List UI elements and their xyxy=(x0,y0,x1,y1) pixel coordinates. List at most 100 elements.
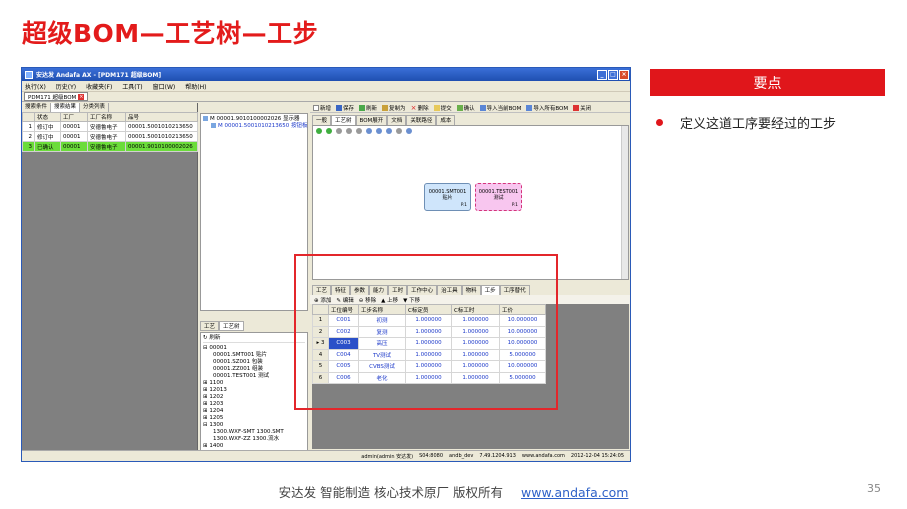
print-icon[interactable] xyxy=(396,127,402,134)
tree-node[interactable]: ⊞ 1202 xyxy=(203,394,305,401)
table-row-selected[interactable]: 3 已确认 00001 安德鲁电子 00001.9010100002026 xyxy=(22,141,198,152)
tab-op-work-center[interactable]: 工作中心 xyxy=(407,285,438,295)
delete-button[interactable]: ×删除 xyxy=(411,104,429,112)
zoom-in-icon[interactable] xyxy=(366,127,372,134)
tab-op-features[interactable]: 特征 xyxy=(331,285,351,295)
tab-process-tree[interactable]: 工艺树 xyxy=(331,115,356,125)
tab-op-steps[interactable]: 工步 xyxy=(480,285,500,295)
save-button[interactable]: 保存 xyxy=(336,104,354,112)
tab-process-tree[interactable]: 工艺树 xyxy=(219,321,244,331)
col-std-staff[interactable]: C标定员 xyxy=(405,304,452,315)
col-factory[interactable]: 工厂 xyxy=(60,112,88,122)
table-row[interactable]: 2 C002 复测 1.000000 1.000000 10.000000 xyxy=(312,325,546,338)
tree-node[interactable]: ⊞ 1205 xyxy=(203,415,305,422)
menu-tools[interactable]: 工具(T) xyxy=(122,82,142,91)
tree-node[interactable]: 1300.WXF-SMT 1300.SMT xyxy=(203,429,305,436)
close-tab-icon[interactable]: × xyxy=(78,93,85,100)
import-all-bom-button[interactable]: 导入所有BOM xyxy=(526,104,568,112)
run-icon[interactable] xyxy=(316,127,322,134)
copy-as-button[interactable]: 复制为 xyxy=(382,104,406,112)
tab-op-process[interactable]: 工艺 xyxy=(312,285,332,295)
tab-general[interactable]: 一般 xyxy=(312,115,332,125)
menu-help[interactable]: 帮助(H) xyxy=(185,82,206,91)
menu-favorites[interactable]: 收藏夹(F) xyxy=(86,82,112,91)
tab-category-list[interactable]: 分类列表 xyxy=(80,103,110,112)
tree-node[interactable]: 00001.SZ001 包装 xyxy=(203,359,305,366)
tree-node[interactable]: ⊟ 00001 xyxy=(203,345,305,352)
add-icon[interactable] xyxy=(336,127,342,134)
bom-tree[interactable]: M 00001.9010100002026 显示器 M 00001.500101… xyxy=(200,113,308,311)
play-icon[interactable] xyxy=(326,127,332,134)
tree-node[interactable]: 00001.SMT001 贴片 xyxy=(203,352,305,359)
tab-op-parameters[interactable]: 参数 xyxy=(350,285,370,295)
edit-step-button[interactable]: ✎ 编辑 xyxy=(336,296,353,304)
redo-icon[interactable] xyxy=(356,127,362,134)
tree-node[interactable]: ⊞ 1100 xyxy=(203,380,305,387)
move-down-button[interactable]: ▼ 下移 xyxy=(403,296,420,304)
add-step-button[interactable]: ⊕ 添加 xyxy=(314,296,331,304)
zoom-out-icon[interactable] xyxy=(376,127,382,134)
tab-search-conditions[interactable]: 搜索条件 xyxy=(22,103,52,112)
tab-op-labor-time[interactable]: 工时 xyxy=(388,285,408,295)
col-step-name[interactable]: 工步名称 xyxy=(358,304,406,315)
table-row-current[interactable]: ▸ 3 C003 高压 1.000000 1.000000 10.000000 xyxy=(312,337,546,350)
tree-node[interactable]: 00001.ZZ001 组装 xyxy=(203,366,305,373)
col-station-no[interactable]: 工位编号 xyxy=(328,304,359,315)
refresh-button[interactable]: ↻ 刷新 xyxy=(203,335,305,343)
zoom-fit-icon[interactable] xyxy=(386,127,392,134)
remove-step-button[interactable]: ⊖ 移除 xyxy=(359,296,376,304)
table-row[interactable]: 1 C001 初测 1.000000 1.000000 10.000000 xyxy=(312,314,546,327)
tab-search-results[interactable]: 搜索结果 xyxy=(51,103,81,112)
table-row[interactable]: 5 C005 CVBS测试 1.000000 1.000000 10.00000… xyxy=(312,360,546,373)
table-row[interactable]: 1 修订中 00001 安德鲁电子 00001.5001010213650 xyxy=(22,121,198,132)
new-button[interactable]: 新增 xyxy=(313,104,331,112)
menu-execute[interactable]: 执行(X) xyxy=(25,82,46,91)
canvas-scrollbar[interactable] xyxy=(621,126,628,279)
tab-documents[interactable]: 文档 xyxy=(387,115,407,125)
submit-button[interactable]: 提交 xyxy=(433,104,452,112)
menu-window[interactable]: 窗口(W) xyxy=(153,82,176,91)
process-flow-canvas[interactable]: 00001.SMT001 贴片 P.1 00001.TEST001 测试 P.1 xyxy=(312,125,629,280)
col-std-time[interactable]: C标工时 xyxy=(451,304,500,315)
col-factory-name[interactable]: 工厂名称 xyxy=(87,112,126,122)
col-item-no[interactable]: 品号 xyxy=(125,112,198,122)
tab-cost[interactable]: 成本 xyxy=(436,115,456,125)
tree-node[interactable]: 00001.TEST001 测试 xyxy=(203,373,305,380)
tree-node[interactable]: M 00001.9010100002026 显示器 xyxy=(203,116,305,123)
tab-op-fixtures[interactable]: 治工具 xyxy=(437,285,462,295)
tree-node[interactable]: ⊞ 1400 xyxy=(203,443,305,450)
table-row[interactable]: 4 C004 TV测试 1.000000 1.000000 5.000000 xyxy=(312,348,546,361)
tree-node[interactable]: ⊞ 1203 xyxy=(203,401,305,408)
tab-op-substitution[interactable]: 工序替代 xyxy=(499,285,530,295)
table-row[interactable]: 6 C006 老化 1.000000 1.000000 5.000000 xyxy=(312,371,546,384)
tree-node[interactable]: ⊞ 12013 xyxy=(203,387,305,394)
col-price[interactable]: 工价 xyxy=(499,304,546,315)
footer-link[interactable]: www.andafa.com xyxy=(521,485,628,500)
move-up-button[interactable]: ▲ 上移 xyxy=(381,296,398,304)
col-status[interactable]: 状态 xyxy=(34,112,61,122)
tree-node[interactable]: ⊞ 1204 xyxy=(203,408,305,415)
maximize-icon[interactable]: □ xyxy=(608,69,618,80)
tab-related-path[interactable]: 关联路径 xyxy=(406,115,437,125)
export-icon[interactable] xyxy=(406,127,412,134)
close-button[interactable]: 关闭 xyxy=(573,104,591,112)
import-current-bom-button[interactable]: 导入当前BOM xyxy=(479,104,521,112)
minimize-icon[interactable]: _ xyxy=(597,69,607,80)
process-tree[interactable]: ↻ 刷新 ⊟ 00001 00001.SMT001 贴片 00001.SZ001… xyxy=(200,332,308,451)
undo-icon[interactable] xyxy=(346,127,352,134)
window-titlebar[interactable]: 安达发 Andafa AX - [PDM171 超级BOM] _ □ × xyxy=(22,68,630,81)
tree-node[interactable]: M 00001.5001010213650 按钮板 xyxy=(203,123,307,130)
confirm-button[interactable]: 确认 xyxy=(456,104,475,112)
doc-tab-super-bom[interactable]: PDM171 超级BOM × xyxy=(24,92,89,101)
refresh-button[interactable]: 刷新 xyxy=(359,104,377,112)
tab-bom-expand[interactable]: BOM展开 xyxy=(355,115,388,125)
tree-node[interactable]: ⊟ 1300 xyxy=(203,422,305,429)
close-icon[interactable]: × xyxy=(619,69,629,80)
process-node-test[interactable]: 00001.TEST001 测试 P.1 xyxy=(475,183,522,211)
tab-op-capability[interactable]: 能力 xyxy=(369,285,389,295)
tab-process[interactable]: 工艺 xyxy=(200,321,220,331)
menu-history[interactable]: 历史(Y) xyxy=(56,82,76,91)
tree-node[interactable]: 1300.WXF-ZZ 1300.流水 xyxy=(203,436,305,443)
tab-op-materials[interactable]: 物料 xyxy=(461,285,481,295)
process-node-smt[interactable]: 00001.SMT001 贴片 P.1 xyxy=(424,183,471,211)
